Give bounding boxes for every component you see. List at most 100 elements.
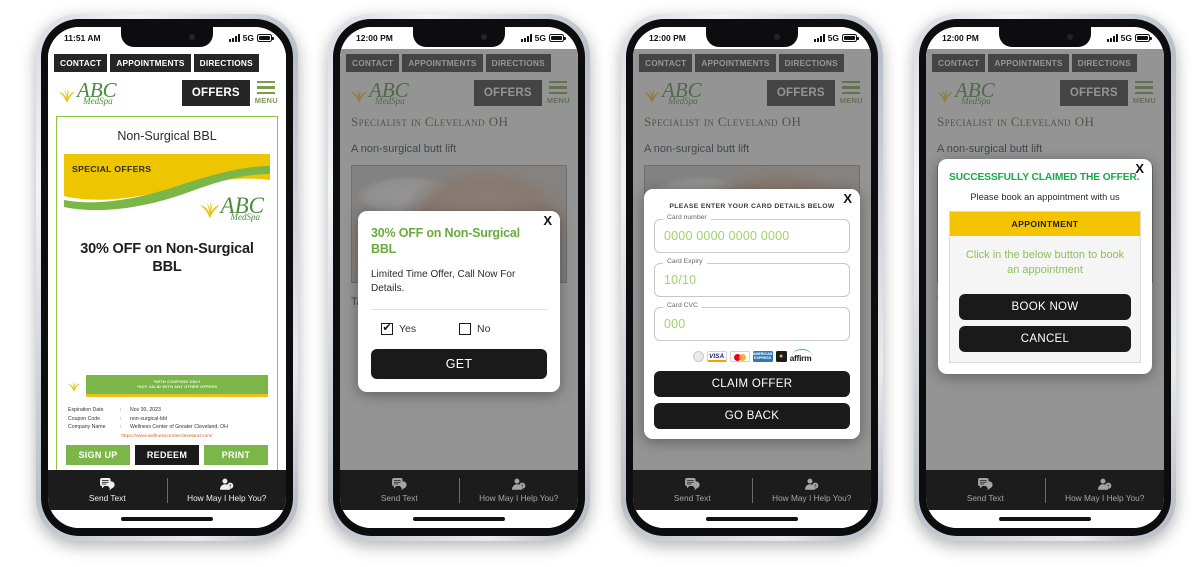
help-button[interactable]: ? How May I Help You?	[166, 477, 287, 503]
send-text-label: Send Text	[673, 492, 711, 503]
send-text-button[interactable]: Send Text	[926, 477, 1045, 503]
brand-tagline: MedSpa	[230, 212, 261, 222]
coupon-website-link[interactable]: https://www.wellnesscentercleveland.com/	[68, 434, 266, 439]
print-button[interactable]: PRINT	[204, 445, 268, 465]
home-indicator[interactable]	[121, 517, 213, 521]
redeem-button[interactable]: REDEEM	[135, 445, 199, 465]
coupon-title: Non-Surgical BBL	[117, 129, 217, 143]
offer-choices: ✔ Yes No	[371, 322, 547, 335]
page-content-1: CONTACT APPOINTMENTS DIRECTIONS ABC MedS…	[48, 49, 286, 470]
success-subtitle: Please book an appointment with us	[970, 192, 1120, 202]
brand-tagline: MedSpa	[83, 96, 113, 106]
status-indicators: 5G	[520, 33, 566, 43]
detail-value: Nov 30, 2023	[130, 407, 161, 414]
send-text-label: Send Text	[88, 492, 126, 503]
help-button[interactable]: ? How May I Help You?	[1044, 477, 1165, 503]
detail-row: Company Name : Wellness Center of Greate…	[68, 423, 266, 432]
bottom-bar: Send Text ? How May I Help You?	[926, 470, 1164, 510]
detail-row: Expiration Date : Nov 30, 2023	[68, 406, 266, 415]
get-offer-button[interactable]: GET	[371, 348, 547, 379]
signal-icon	[813, 34, 825, 42]
network-label: 5G	[827, 33, 839, 43]
status-time: 12:00 PM	[942, 33, 979, 43]
choice-yes-label: Yes	[399, 322, 417, 335]
checkbox-yes-checked-icon[interactable]: ✔	[381, 322, 393, 335]
network-label: 5G	[1120, 33, 1132, 43]
coupon-headline: 30% OFF on Non-Surgical BBL	[80, 241, 254, 276]
home-indicator-area	[48, 510, 286, 528]
detail-value: Wellness Center of Greater Cleveland, OH	[130, 424, 228, 431]
send-text-button[interactable]: Send Text	[633, 477, 752, 503]
offers-button[interactable]: OFFERS	[181, 80, 250, 106]
status-indicators: 5G	[228, 33, 274, 43]
home-indicator[interactable]	[999, 517, 1091, 521]
notch	[706, 27, 798, 47]
brand-logo[interactable]: ABC MedSpa	[56, 80, 117, 106]
svg-text:?: ?	[1107, 483, 1110, 488]
home-indicator[interactable]	[706, 517, 798, 521]
banner-wordmark: ABC MedSpa	[221, 194, 264, 222]
nav-directions-button[interactable]: DIRECTIONS	[193, 54, 259, 72]
agent-help-icon: ?	[805, 478, 819, 490]
card-number-field[interactable]: Card number 0000 0000 0000 0000	[654, 214, 850, 253]
dark-card-icon: ●	[775, 351, 787, 362]
coupon-card: Non-Surgical BBL SPECIAL OFFERS ABC MedS…	[56, 116, 278, 470]
agent-help-icon: ?	[220, 478, 234, 490]
detail-row: Coupon Code : non-surgical-bbl	[68, 415, 266, 424]
phone-4-bezel: 12:00 PM 5G CONTACT APPOINTMENTS DIRECTI…	[919, 19, 1171, 536]
notch	[413, 27, 505, 47]
phone-3-bezel: 12:00 PM 5G CONTACT APPOINTMENTS DIRECTI…	[626, 19, 878, 536]
help-button[interactable]: ? How May I Help You?	[458, 477, 579, 503]
signal-icon	[1106, 34, 1118, 42]
offer-modal-title: 30% OFF on Non-Surgical BBL	[371, 226, 520, 257]
coupon-actions: SIGN UP REDEEM PRINT	[64, 445, 270, 467]
status-indicators: 5G	[1106, 33, 1152, 43]
home-indicator[interactable]	[413, 517, 505, 521]
signup-button[interactable]: SIGN UP	[66, 445, 130, 465]
card-number-value[interactable]: 0000 0000 0000 0000	[664, 229, 789, 243]
choice-yes[interactable]: ✔ Yes	[381, 322, 459, 335]
battery-icon	[1135, 34, 1152, 42]
offer-modal-body: Limited Time Offer, Call Now For Details…	[371, 268, 547, 310]
appointment-card: APPOINTMENT Click in the below button to…	[949, 211, 1141, 363]
banner-logo: ABC MedSpa	[197, 194, 264, 222]
phone-3-card-modal: 12:00 PM 5G CONTACT APPOINTMENTS DIRECTI…	[621, 14, 883, 541]
close-icon[interactable]: X	[843, 192, 852, 205]
close-icon[interactable]: X	[1135, 162, 1144, 175]
phone-1-screen: 11:51 AM 5G CONTACT APPOINTMENTS DIRECTI…	[48, 27, 286, 528]
help-label: How May I Help You?	[772, 492, 852, 503]
cancel-button[interactable]: CANCEL	[959, 325, 1131, 352]
battery-icon	[257, 34, 274, 42]
go-back-button[interactable]: GO BACK	[654, 403, 850, 429]
detail-separator: :	[120, 424, 122, 431]
menu-button[interactable]: MENU	[255, 80, 278, 105]
bottom-bar: Send Text ? How May I Help You?	[633, 470, 871, 510]
close-icon[interactable]: X	[543, 214, 552, 227]
claim-offer-button[interactable]: CLAIM OFFER	[654, 371, 850, 397]
affirm-icon: affirm	[789, 349, 813, 363]
disclaimer-banner: *WITH COUPONS ONLY *NOT VALID WITH ANY O…	[86, 374, 268, 398]
help-label: How May I Help You?	[479, 492, 559, 503]
disclaimer-line-2: *NOT VALID WITH ANY OTHER OFFERS	[136, 384, 218, 390]
phone-4-success-modal: 12:00 PM 5G CONTACT APPOINTMENTS DIRECTI…	[914, 14, 1176, 541]
card-expiry-value[interactable]: 10/10	[664, 273, 696, 287]
book-now-button[interactable]: BOOK NOW	[959, 293, 1131, 320]
nav-contact-button[interactable]: CONTACT	[54, 54, 108, 72]
send-text-button[interactable]: Send Text	[340, 477, 459, 503]
hamburger-icon	[257, 80, 276, 95]
brand-row: ABC MedSpa OFFERS MENU	[48, 76, 286, 114]
nav-appointments-button[interactable]: APPOINTMENTS	[110, 54, 191, 72]
card-expiry-field[interactable]: Card Expiry 10/10	[654, 258, 850, 297]
help-button[interactable]: ? How May I Help You?	[751, 477, 872, 503]
offer-modal: X 30% OFF on Non-Surgical BBL Limited Ti…	[358, 211, 560, 392]
card-cvc-value[interactable]: 000	[664, 317, 685, 331]
battery-icon	[549, 34, 566, 42]
card-details-modal: X PLEASE ENTER YOUR CARD DETAILS BELOW C…	[644, 189, 860, 439]
page-content-2: CONTACT APPOINTMENTS DIRECTIONS	[340, 49, 578, 470]
choice-no[interactable]: No	[459, 322, 537, 335]
detail-label: Coupon Code	[68, 415, 101, 422]
disclaimer-row: *WITH COUPONS ONLY *NOT VALID WITH ANY O…	[64, 374, 270, 398]
send-text-button[interactable]: Send Text	[48, 477, 167, 503]
card-cvc-field[interactable]: Card CVC 000	[654, 302, 850, 341]
checkbox-no-icon[interactable]	[459, 322, 471, 335]
